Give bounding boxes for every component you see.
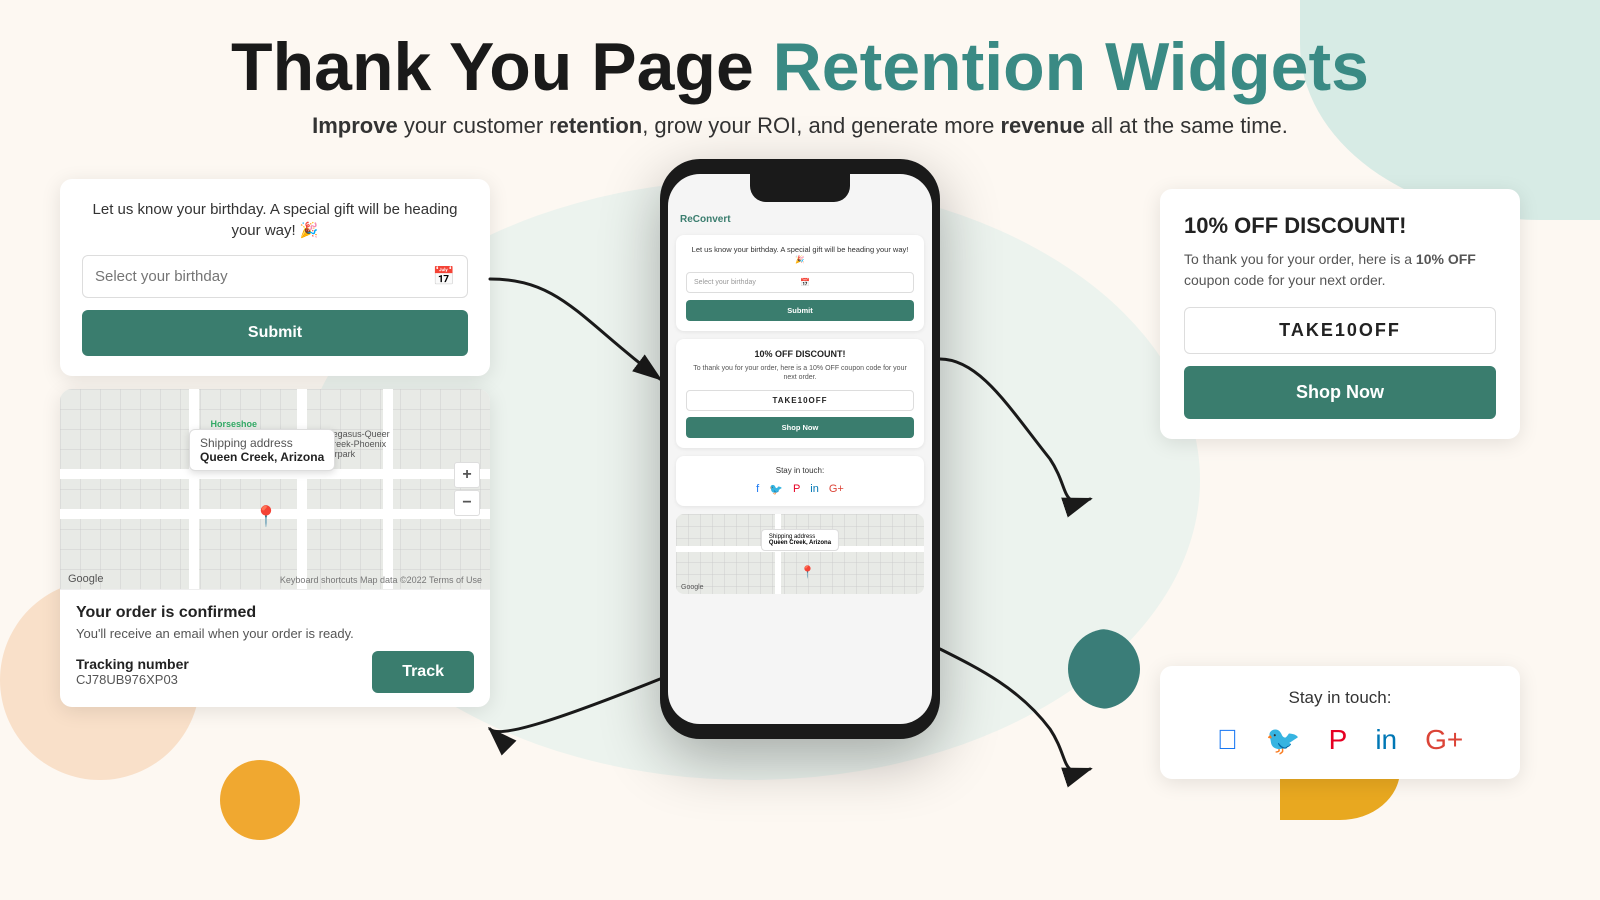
tracking-number: CJ78UB976XP03	[76, 672, 189, 687]
phone-logo-bar: ReConvert	[676, 214, 924, 225]
subtitle-retention: etention	[557, 113, 643, 138]
phone-map-popup-value: Queen Creek, Arizona	[769, 540, 831, 546]
calendar-icon: 📅	[433, 266, 455, 287]
main-content: Thank You Page Retention Widgets Improve…	[0, 0, 1600, 839]
phone-discount-title: 10% OFF DISCOUNT!	[686, 349, 914, 359]
phone-calendar-icon: 📅	[800, 278, 906, 287]
subtitle-mid1: your customer r	[404, 113, 557, 138]
discount-title: 10% OFF DISCOUNT!	[1184, 213, 1496, 239]
map-road-v3	[383, 389, 393, 589]
phone-social-icons: f 🐦 P in G+	[686, 483, 914, 496]
discount-desc-suffix: coupon code for your next order.	[1184, 272, 1386, 288]
map-pin-icon: 📍	[254, 504, 279, 529]
map-road-v1	[189, 389, 199, 589]
phone-map-pin: 📍	[800, 565, 815, 579]
subtitle-mid2: , grow your ROI, and generate more	[642, 113, 1000, 138]
birthday-message: Let us know your birthday. A special gif…	[82, 199, 468, 241]
discount-desc-prefix: To thank you for your order, here is a	[1184, 251, 1416, 267]
phone-map-road-v	[775, 514, 781, 594]
map-area: HorseshoePark &Equestrian Pegasus-QueerC…	[60, 389, 490, 589]
phone-birthday-card: Let us know your birthday. A special gif…	[676, 235, 924, 332]
phone-notch	[750, 174, 850, 202]
track-button[interactable]: Track	[372, 651, 474, 693]
map-zoom-controls: + −	[454, 462, 480, 516]
phone-map-grid	[676, 514, 924, 594]
phone-map-mini: Shipping address Queen Creek, Arizona 📍 …	[676, 514, 924, 594]
phone-discount-card: 10% OFF DISCOUNT! To thank you for your …	[676, 339, 924, 448]
subtitle-end: all at the same time.	[1085, 113, 1288, 138]
phone-social-title: Stay in touch:	[686, 466, 914, 475]
google-logo: Google	[68, 573, 103, 585]
social-widget: Stay in touch:  🐦 P in G+	[1160, 666, 1520, 779]
map-zoom-in-button[interactable]: +	[454, 462, 480, 488]
phone-screen: ReConvert Let us know your birthday. A s…	[668, 174, 932, 724]
tracking-row: Tracking number CJ78UB976XP03 Track	[76, 651, 474, 693]
subtitle-improve: Improve	[312, 113, 398, 138]
map-grid	[60, 389, 490, 589]
heading-green: Retention Widgets	[773, 29, 1369, 105]
facebook-icon[interactable]: 	[1217, 724, 1238, 757]
map-road-v2	[297, 389, 307, 589]
social-icons-row:  🐦 P in G+	[1184, 724, 1496, 757]
phone-birthday-placeholder: Select your birthday	[694, 279, 800, 286]
order-confirmed-label: Your order is confirmed	[76, 604, 474, 622]
linkedin-icon[interactable]: in	[1375, 724, 1397, 757]
phone-birthday-msg: Let us know your birthday. A special gif…	[686, 245, 914, 265]
phone-social-card: Stay in touch: f 🐦 P in G+	[676, 456, 924, 506]
phone-shop-button[interactable]: Shop Now	[686, 417, 914, 438]
map-popup: Shipping address Queen Creek, Arizona	[189, 429, 335, 471]
birthday-input[interactable]	[95, 268, 433, 285]
subtitle-revenue: revenue	[1001, 113, 1085, 138]
map-order-widget: HorseshoePark &Equestrian Pegasus-QueerC…	[60, 389, 490, 707]
order-info: Your order is confirmed You'll receive a…	[60, 589, 490, 707]
map-zoom-out-button[interactable]: −	[454, 490, 480, 516]
shop-now-button[interactable]: Shop Now	[1184, 366, 1496, 419]
map-popup-value: Queen Creek, Arizona	[200, 450, 324, 464]
phone-googleplus-icon[interactable]: G+	[829, 483, 844, 496]
map-footer-text: Keyboard shortcuts Map data ©2022 Terms …	[280, 575, 482, 585]
phone-logo: ReConvert	[680, 214, 731, 225]
widgets-area: Let us know your birthday. A special gif…	[0, 159, 1600, 839]
phone-discount-desc: To thank you for your order, here is a 1…	[686, 364, 914, 382]
phone-linkedin-icon[interactable]: in	[810, 483, 819, 496]
discount-desc: To thank you for your order, here is a 1…	[1184, 249, 1496, 291]
order-email-note: You'll receive an email when your order …	[76, 626, 474, 641]
subtitle: Improve your customer retention, grow yo…	[231, 113, 1369, 139]
twitter-icon[interactable]: 🐦	[1266, 724, 1301, 757]
phone-mockup: ReConvert Let us know your birthday. A s…	[660, 159, 940, 739]
teal-circle-decoration	[1060, 629, 1140, 709]
googleplus-icon[interactable]: G+	[1425, 724, 1463, 757]
map-label-pegasus: Pegasus-QueerCreek-PhoenixAirpark	[327, 429, 390, 459]
main-heading: Thank You Page Retention Widgets	[231, 30, 1369, 105]
header: Thank You Page Retention Widgets Improve…	[211, 0, 1389, 149]
discount-code-box: TAKE10OFF	[1184, 307, 1496, 354]
phone-facebook-icon[interactable]: f	[756, 483, 759, 496]
phone-map-popup: Shipping address Queen Creek, Arizona	[761, 529, 839, 551]
birthday-submit-button[interactable]: Submit	[82, 310, 468, 356]
phone-discount-code: TAKE10OFF	[686, 390, 914, 411]
phone-pinterest-icon[interactable]: P	[793, 483, 800, 496]
phone-twitter-icon[interactable]: 🐦	[769, 483, 783, 496]
phone-submit-button[interactable]: Submit	[686, 300, 914, 321]
phone-google-logo: Google	[681, 584, 704, 591]
heading-black: Thank You Page	[231, 29, 754, 105]
birthday-input-row: 📅	[82, 255, 468, 298]
tracking-info: Tracking number CJ78UB976XP03	[76, 656, 189, 687]
discount-desc-bold: 10% OFF	[1416, 251, 1476, 267]
map-popup-label: Shipping address	[200, 436, 324, 450]
pinterest-icon[interactable]: P	[1329, 724, 1348, 757]
phone-inner: ReConvert Let us know your birthday. A s…	[668, 174, 932, 724]
phone-birthday-input-row: Select your birthday 📅	[686, 272, 914, 293]
tracking-label: Tracking number	[76, 656, 189, 672]
birthday-widget: Let us know your birthday. A special gif…	[60, 179, 490, 376]
discount-widget: 10% OFF DISCOUNT! To thank you for your …	[1160, 189, 1520, 439]
social-title: Stay in touch:	[1184, 688, 1496, 708]
